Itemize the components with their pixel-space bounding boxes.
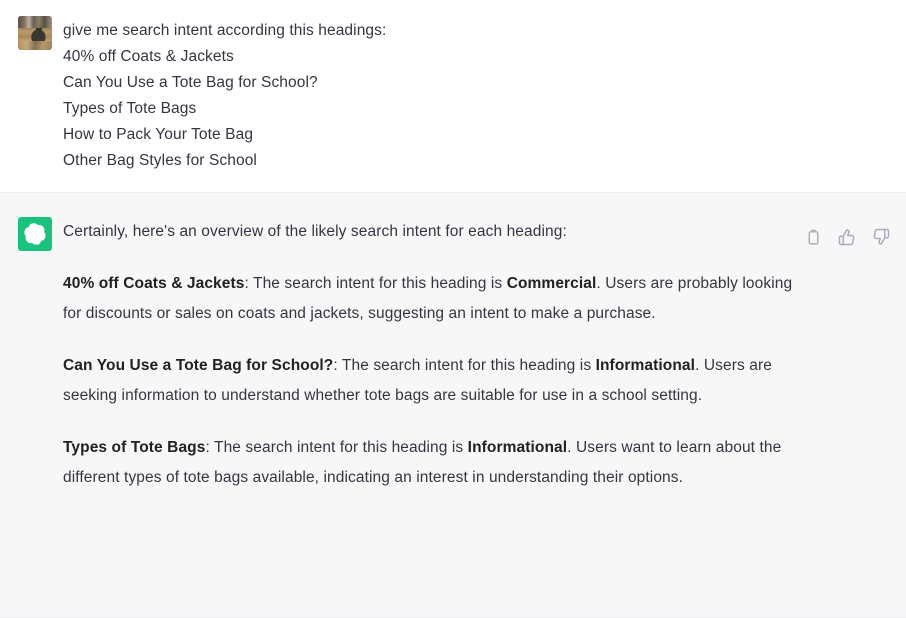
- thumbs-up-button[interactable]: [838, 228, 856, 246]
- user-message-line: Can You Use a Tote Bag for School?: [63, 74, 318, 91]
- user-message-block: give me search intent according this hea…: [0, 0, 906, 193]
- assistant-message-text: Certainly, here's an overview of the lik…: [63, 217, 906, 493]
- assistant-avatar-column: [0, 217, 63, 251]
- intent-lead: : The search intent for this heading is: [205, 439, 468, 456]
- user-message-line: Other Bag Styles for School: [63, 152, 257, 169]
- user-avatar-column: [0, 16, 63, 50]
- intent-lead: : The search intent for this heading is: [244, 275, 507, 292]
- thumbs-down-icon: [872, 228, 890, 246]
- intent-paragraph: Can You Use a Tote Bag for School?: The …: [63, 351, 796, 411]
- intent-heading: Can You Use a Tote Bag for School?: [63, 357, 334, 374]
- thumbs-down-button[interactable]: [872, 228, 890, 246]
- thumbs-up-icon: [838, 228, 856, 246]
- intent-type: Informational: [467, 439, 568, 456]
- user-message-text: give me search intent according this hea…: [63, 16, 906, 174]
- message-actions: [804, 228, 890, 246]
- user-message-line: 40% off Coats & Jackets: [63, 48, 234, 65]
- intent-type: Informational: [595, 357, 696, 374]
- intent-paragraph: Types of Tote Bags: The search intent fo…: [63, 433, 796, 493]
- copy-icon: [805, 229, 822, 246]
- avatar: [18, 16, 52, 50]
- intent-type: Commercial: [506, 275, 597, 292]
- assistant-message-block: Certainly, here's an overview of the lik…: [0, 193, 906, 618]
- intent-heading: Types of Tote Bags: [63, 439, 206, 456]
- chat-conversation: give me search intent according this hea…: [0, 0, 906, 618]
- intent-heading: 40% off Coats & Jackets: [63, 275, 245, 292]
- user-message-line: give me search intent according this hea…: [63, 22, 387, 39]
- user-message-line: Types of Tote Bags: [63, 100, 197, 117]
- openai-logo-icon: [18, 217, 52, 251]
- assistant-intro-paragraph: Certainly, here's an overview of the lik…: [63, 223, 567, 240]
- intent-lead: : The search intent for this heading is: [333, 357, 596, 374]
- user-message-line: How to Pack Your Tote Bag: [63, 126, 254, 143]
- copy-button[interactable]: [804, 228, 822, 246]
- intent-paragraph: 40% off Coats & Jackets: The search inte…: [63, 269, 796, 329]
